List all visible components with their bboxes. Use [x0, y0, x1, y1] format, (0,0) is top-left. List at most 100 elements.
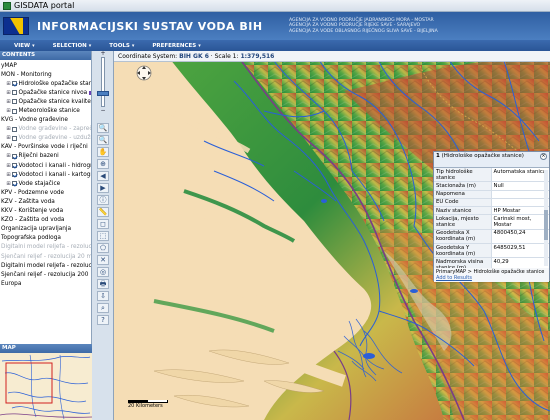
expand-icon[interactable]: ⊞	[6, 135, 11, 141]
layer-label: KZO - Zaštita od voda	[1, 217, 65, 224]
close-icon[interactable]: ×	[540, 153, 547, 160]
buffer-tool-icon[interactable]: ◎	[97, 267, 109, 277]
layer-row[interactable]: yMAP	[0, 61, 91, 70]
zoom-out-slider-icon[interactable]: −	[99, 108, 107, 114]
layer-row[interactable]: Digitalni model reljefa - rezolucija	[0, 261, 91, 270]
select-polygon-icon[interactable]: ⬠	[97, 243, 109, 253]
measure-distance-icon[interactable]: 📏	[97, 207, 109, 217]
layer-checkbox[interactable]	[12, 126, 17, 132]
expand-icon[interactable]: ⊞	[6, 126, 11, 132]
popup-header: 1 (Hidrološke opažačke stanice) ×	[434, 152, 549, 168]
layer-row[interactable]: ⊞ Vodotoci i kanali - kartografija	[0, 170, 91, 179]
attribute-key: Geodetska Y koordinata (m)	[434, 244, 492, 258]
expand-icon[interactable]: ⊞	[6, 153, 11, 159]
select-rectangle-icon[interactable]: ⬚	[97, 231, 109, 241]
menu-bar: VIEW ▾ SELECTION ▾ TOOLS ▾ PREFERENCES ▾	[0, 40, 550, 51]
layer-row[interactable]: KVG - Vodne građevine	[0, 116, 91, 125]
layer-row[interactable]: KPV - Podzemne vode	[0, 188, 91, 197]
layer-row[interactable]: KKV - Korištenje voda	[0, 207, 91, 216]
layer-checkbox[interactable]	[12, 135, 17, 141]
identify-popup[interactable]: 1 (Hidrološke opažačke stanice) × Tip hi…	[433, 151, 550, 282]
layer-checkbox[interactable]	[12, 99, 17, 105]
expand-icon[interactable]: ⊞	[6, 163, 11, 169]
layer-checkbox[interactable]	[12, 181, 17, 187]
layer-row[interactable]: Organizacija upravljanja	[0, 225, 91, 234]
attribute-value: Automatska stanica	[493, 168, 547, 175]
pan-arrows-icon[interactable]	[136, 65, 152, 81]
expand-icon[interactable]: ⊞	[6, 99, 11, 105]
layer-row[interactable]: ⊞ Vodne građevine - uzdužne	[0, 134, 91, 143]
chevron-down-icon: ▾	[32, 42, 35, 49]
layer-label: Topografska podloga	[1, 235, 61, 242]
layer-row[interactable]: Sjenčani reljef - rezolucija 20 m	[0, 252, 91, 261]
clear-selection-icon[interactable]: ✕	[97, 255, 109, 265]
zoom-out-tool-icon[interactable]: 🔍	[97, 135, 109, 145]
attribute-value	[492, 199, 550, 206]
help-tool-icon[interactable]: ?	[97, 315, 109, 325]
layer-row[interactable]: Topografska podloga	[0, 234, 91, 243]
agency-line: AGENCIJA ZA VODE OBLASNOG RIJEČNOG SLIVA…	[289, 28, 438, 34]
attribute-row: Lokacija, mjesto stanice Carinski most, M…	[434, 215, 549, 230]
layer-row[interactable]: ⊞ Vodne građevine - zaprečne	[0, 125, 91, 134]
layer-checkbox[interactable]	[12, 90, 17, 96]
layer-checkbox[interactable]	[12, 108, 17, 114]
search-tool-icon[interactable]: ⌕	[97, 303, 109, 313]
layer-row[interactable]: KZO - Zaštita od voda	[0, 216, 91, 225]
menu-selection[interactable]: SELECTION ▾	[49, 43, 96, 49]
menu-preferences[interactable]: PREFERENCES ▾	[148, 43, 204, 49]
layer-row[interactable]: MON - Monitoring	[0, 70, 91, 79]
measure-area-icon[interactable]: ◻	[97, 219, 109, 229]
attribute-row: Stacionaža (m) Null	[434, 182, 549, 191]
layer-row[interactable]: KAV - Površinske vode i riječni	[0, 143, 91, 152]
layer-checkbox[interactable]	[12, 172, 17, 178]
export-tool-icon[interactable]: ⇩	[97, 291, 109, 301]
layer-row[interactable]: ⊞ Opažačke stanice kvalitet	[0, 97, 91, 106]
previous-extent-icon[interactable]: ◀	[97, 171, 109, 181]
zoom-in-tool-icon[interactable]: 🔍	[97, 123, 109, 133]
legend-swatch-icon	[89, 90, 91, 95]
expand-icon[interactable]: ⊞	[6, 81, 11, 87]
layer-row[interactable]: Digitalni model reljefa - rezolucija	[0, 243, 91, 252]
contents-panel: CONTENTS yMAP MON - Monitoring ⊞ Hidrološke…	[0, 51, 92, 420]
menu-view[interactable]: VIEW ▾	[10, 43, 39, 49]
layer-row[interactable]: ⊞ Vodotoci i kanali - hidrografija	[0, 161, 91, 170]
zoom-slider[interactable]	[101, 57, 105, 107]
attribute-row: Nadmorska visina stanice (m)40,29	[434, 258, 549, 268]
layer-label: Vodotoci i kanali - kartografija	[18, 171, 92, 178]
layer-label: Digitalni model reljefa - rezolucija	[1, 244, 91, 251]
expand-icon[interactable]: ⊞	[6, 181, 11, 187]
print-tool-icon[interactable]: 🖶	[97, 279, 109, 289]
popup-scrollbar[interactable]	[544, 170, 548, 266]
expand-icon[interactable]: ⊞	[6, 172, 11, 178]
pan-tool-icon[interactable]: ✋	[97, 147, 109, 157]
layer-label: Vodne građevine - zaprečne	[18, 126, 92, 133]
attribute-value: 6485029,51	[493, 244, 526, 251]
layer-label: Europa	[1, 280, 22, 287]
expand-icon[interactable]: ⊞	[6, 90, 11, 96]
attribute-row: Napomena	[434, 190, 549, 199]
attribute-key: Geodetska X koordinata (m)	[434, 229, 492, 244]
layer-label: Meteorološke stanice	[18, 108, 80, 115]
add-to-results-link[interactable]: Add to Results	[436, 275, 547, 281]
layer-row[interactable]: ⊞ Hidrološke opažačke stanice	[0, 79, 91, 88]
layer-checkbox[interactable]	[12, 163, 17, 169]
zoom-slider-handle[interactable]	[97, 91, 109, 96]
full-extent-tool-icon[interactable]: ⊕	[97, 159, 109, 169]
layer-row[interactable]: KZV - Zaštita voda	[0, 197, 91, 206]
layer-row[interactable]: ⊞ Opažačke stanice nivoa	[0, 88, 91, 97]
layer-row[interactable]: ⊞ Riječni bazeni	[0, 152, 91, 161]
coord-system-value: BIH GK 6	[179, 53, 209, 60]
map-view[interactable]: Coordinate System: BIH GK 6 · Scale 1: 1…	[114, 51, 550, 420]
expand-icon[interactable]: ⊞	[6, 108, 11, 114]
overview-minimap[interactable]	[0, 353, 92, 420]
layer-row[interactable]: Europa	[0, 279, 91, 288]
identify-tool-icon[interactable]: ⓘ	[97, 195, 109, 205]
layer-row[interactable]: ⊞ Vode stajačice	[0, 179, 91, 188]
layer-row[interactable]: ⊞ Meteorološke stanice	[0, 106, 91, 115]
map-toolbar: + − 🔍 🔍 ✋ ⊕ ◀ ▶ ⓘ 📏 ◻ ⬚ ⬠ ✕ ◎ 🖶 ⇩ ⌕?	[92, 51, 114, 420]
layer-row[interactable]: Sjenčani reljef - rezolucija 200	[0, 270, 91, 279]
layer-checkbox[interactable]	[12, 153, 17, 159]
next-extent-icon[interactable]: ▶	[97, 183, 109, 193]
layer-checkbox[interactable]	[12, 81, 17, 87]
menu-tools[interactable]: TOOLS ▾	[105, 43, 138, 49]
